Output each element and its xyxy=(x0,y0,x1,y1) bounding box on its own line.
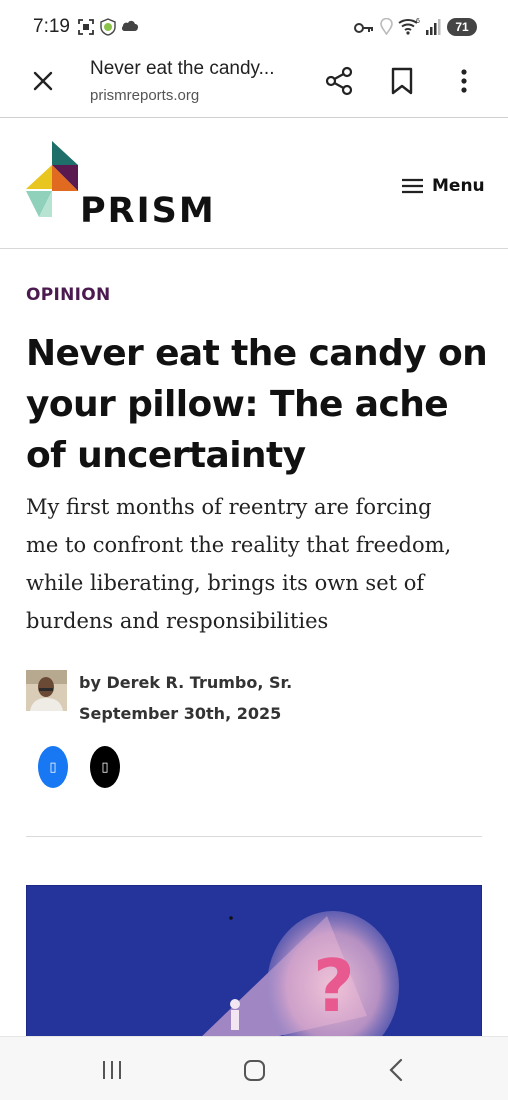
shield-icon xyxy=(100,18,116,36)
x-icon: ▯ xyxy=(101,759,109,775)
prism-logo[interactable]: PRISM xyxy=(26,141,214,233)
wifi-label: 6 xyxy=(416,18,420,25)
wifi-icon: 6 xyxy=(398,18,420,35)
article-headline: Never eat the candy on your pillow: The … xyxy=(26,328,496,481)
status-time: 7:19 xyxy=(33,16,70,37)
key-icon xyxy=(354,23,373,33)
author-avatar xyxy=(26,670,67,711)
status-bar: 7:19 6 71 xyxy=(0,0,508,52)
recents-icon[interactable] xyxy=(100,1059,124,1081)
menu-button[interactable]: Menu xyxy=(402,173,485,199)
share-icon[interactable] xyxy=(325,66,355,96)
close-icon[interactable] xyxy=(28,66,58,96)
location-icon xyxy=(380,18,393,35)
question-mark: ? xyxy=(313,944,355,1028)
battery-icon: 71 xyxy=(447,18,477,36)
screenshot-icon xyxy=(78,19,94,35)
page-url: prismreports.org xyxy=(90,87,200,104)
back-icon[interactable] xyxy=(386,1057,406,1083)
author-byline[interactable]: by Derek R. Trumbo, Sr. xyxy=(79,673,292,692)
dek-line: me to confront the reality that freedom, xyxy=(26,533,452,557)
signal-icon xyxy=(426,19,441,35)
article-dek: My first months of reentry are forcing m… xyxy=(26,488,486,640)
site-header: PRISM Menu xyxy=(0,119,508,249)
headline-line: your pillow: The ache xyxy=(26,384,449,425)
cloud-icon xyxy=(121,20,139,31)
x-share-button[interactable]: ▯ xyxy=(90,746,120,788)
dek-line: My first months of reentry are forcing xyxy=(26,495,432,519)
menu-label: Menu xyxy=(432,176,485,196)
article-category[interactable]: OPINION xyxy=(26,285,111,305)
dek-line: while liberating, brings its own set of xyxy=(26,571,425,595)
home-icon[interactable] xyxy=(243,1059,266,1082)
hamburger-icon xyxy=(402,178,423,194)
more-icon[interactable] xyxy=(452,66,476,96)
publish-date: September 30th, 2025 xyxy=(79,704,282,723)
headline-line: of uncertainty xyxy=(26,435,306,476)
facebook-icon: ▯ xyxy=(49,759,57,775)
headline-line: Never eat the candy on xyxy=(26,333,488,374)
facebook-share-button[interactable]: ▯ xyxy=(38,746,68,788)
divider xyxy=(26,836,482,837)
browser-toolbar: Never eat the candy... prismreports.org xyxy=(0,52,508,118)
system-nav-bar xyxy=(0,1036,508,1100)
dek-line: burdens and responsibilities xyxy=(26,609,329,633)
page-title: Never eat the candy... xyxy=(90,58,275,79)
bookmark-icon[interactable] xyxy=(388,66,416,96)
hero-image: ? xyxy=(26,885,482,1040)
logo-text: PRISM xyxy=(80,191,216,231)
